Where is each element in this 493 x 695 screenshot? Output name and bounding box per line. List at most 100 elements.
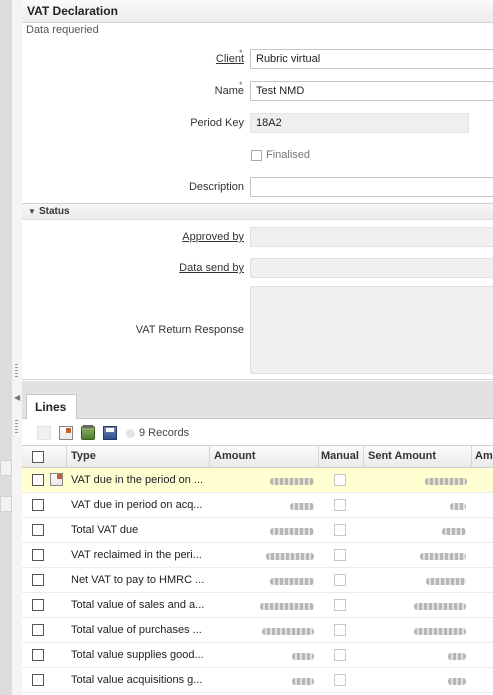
row-type: VAT due in the period on ... (71, 474, 204, 486)
status-section-title: Status (39, 206, 70, 217)
manual-checkbox[interactable] (334, 649, 346, 661)
vat-return-response-field (250, 286, 493, 374)
column-header-amount-2[interactable]: Am (475, 450, 493, 462)
period-key-field[interactable]: 18A2 (250, 113, 469, 133)
edit-icon[interactable] (59, 426, 73, 440)
sent-amount-value-redacted (448, 678, 466, 685)
vat-declaration-panel: VAT Declaration Data requeried Client * … (22, 0, 493, 695)
amount-value-redacted (262, 628, 314, 635)
data-send-by-label[interactable]: Data send by (179, 262, 244, 274)
column-header-amount[interactable]: Amount (214, 450, 256, 462)
row-checkbox[interactable] (32, 624, 44, 636)
manual-checkbox[interactable] (334, 524, 346, 536)
row-checkbox[interactable] (32, 599, 44, 611)
row-checkbox[interactable] (32, 674, 44, 686)
sent-amount-value-redacted (450, 503, 466, 510)
splitter-arrow-icon[interactable]: ◀ (14, 393, 20, 402)
tab-lines[interactable]: Lines (26, 394, 77, 419)
select-all-checkbox[interactable] (32, 451, 44, 463)
row-type: Total value of purchases ... (71, 624, 202, 636)
sent-amount-value-redacted (448, 653, 466, 660)
description-label: Description (188, 181, 244, 193)
window-title: VAT Declaration (27, 4, 118, 18)
table-row[interactable]: Total value supplies good... (22, 643, 493, 668)
row-type: Total VAT due (71, 524, 139, 536)
manual-checkbox[interactable] (334, 599, 346, 611)
row-checkbox[interactable] (32, 549, 44, 561)
data-send-by-field (250, 258, 493, 278)
tab-strip: Lines (22, 381, 493, 419)
collapse-triangle-icon[interactable]: ▼ (28, 207, 36, 216)
lines-toolbar: 9 Records (22, 421, 493, 445)
row-type: VAT reclaimed in the peri... (71, 549, 202, 561)
finalised-label: Finalised (266, 149, 311, 161)
row-checkbox[interactable] (32, 649, 44, 661)
splitter-grip[interactable] (15, 420, 18, 434)
sent-amount-value-redacted (420, 553, 466, 560)
record-count: 9 Records (139, 427, 190, 439)
new-record-icon[interactable] (37, 426, 51, 440)
archive-icon[interactable] (81, 425, 95, 440)
amount-value-redacted (260, 603, 314, 610)
column-separator[interactable] (318, 446, 319, 467)
table-row[interactable]: Total VAT due (22, 518, 493, 543)
row-type: Net VAT to pay to HMRC ... (71, 574, 205, 586)
status-section-header[interactable]: ▼ Status (22, 203, 493, 220)
column-header-sent-amount[interactable]: Sent Amount (368, 450, 436, 462)
manual-checkbox[interactable] (334, 574, 346, 586)
amount-value-redacted (270, 528, 314, 535)
form-divider (22, 379, 493, 380)
sent-amount-value-redacted (426, 578, 466, 585)
approved-by-field (250, 227, 493, 247)
status-message: Data requeried (26, 24, 99, 36)
row-checkbox[interactable] (32, 524, 44, 536)
row-checkbox[interactable] (32, 574, 44, 586)
amount-value-redacted (292, 653, 314, 660)
table-row[interactable]: Net VAT to pay to HMRC ... (22, 568, 493, 593)
amount-value-redacted (292, 678, 314, 685)
table-row[interactable]: Total value of purchases ... (22, 618, 493, 643)
name-field[interactable]: Test NMD (250, 81, 493, 101)
save-icon[interactable] (103, 426, 117, 440)
gutter-tab[interactable] (0, 460, 12, 476)
client-required-mark: * (239, 48, 243, 58)
row-checkbox[interactable] (32, 474, 44, 486)
manual-checkbox[interactable] (334, 474, 346, 486)
manual-checkbox[interactable] (334, 549, 346, 561)
manual-checkbox[interactable] (334, 499, 346, 511)
record-indicator-icon (126, 429, 135, 438)
name-required-mark: * (239, 80, 243, 90)
manual-checkbox[interactable] (334, 674, 346, 686)
sent-amount-value-redacted (414, 603, 466, 610)
lines-grid: Type Amount Manual Sent Amount Am VAT du… (22, 445, 493, 693)
column-separator[interactable] (209, 446, 210, 467)
column-separator[interactable] (471, 446, 472, 467)
approved-by-label[interactable]: Approved by (182, 231, 244, 243)
sent-amount-value-redacted (425, 478, 467, 485)
column-header-manual[interactable]: Manual (321, 450, 359, 462)
row-type: Total value of sales and a... (71, 599, 205, 611)
table-row[interactable]: Total value of sales and a... (22, 593, 493, 618)
gutter-tab[interactable] (0, 496, 12, 512)
column-separator[interactable] (363, 446, 364, 467)
table-row[interactable]: Total value acquisitions g... (22, 668, 493, 693)
period-key-label: Period Key (190, 117, 244, 129)
vat-return-response-label: VAT Return Response (135, 324, 244, 336)
table-row[interactable]: VAT reclaimed in the peri... (22, 543, 493, 568)
table-row[interactable]: VAT due in the period on ... (22, 468, 493, 493)
row-type: Total value acquisitions g... (71, 674, 203, 686)
manual-checkbox[interactable] (334, 624, 346, 636)
table-row[interactable]: VAT due in period on acq... (22, 493, 493, 518)
grid-header: Type Amount Manual Sent Amount Am (22, 445, 493, 468)
edit-row-icon[interactable] (50, 473, 63, 486)
column-separator (66, 446, 67, 467)
panel-header: VAT Declaration (22, 0, 493, 23)
client-field[interactable]: Rubric virtual (250, 49, 493, 69)
splitter-grip[interactable] (15, 364, 18, 378)
sent-amount-value-redacted (442, 528, 466, 535)
description-field[interactable] (250, 177, 493, 197)
column-header-type[interactable]: Type (71, 450, 96, 462)
finalised-checkbox[interactable] (251, 150, 262, 161)
amount-value-redacted (270, 578, 314, 585)
row-checkbox[interactable] (32, 499, 44, 511)
